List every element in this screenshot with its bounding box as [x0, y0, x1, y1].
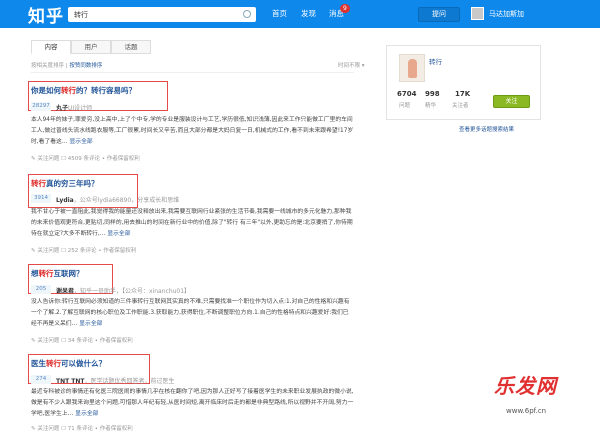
answer-author: 谢呆君，知乎一员助手，【公众号：xinanchu01】 — [56, 286, 190, 295]
top-navigation-bar: 知乎 首页 发现 消息 9 提问 马达加斯加 — [0, 0, 600, 28]
username-label[interactable]: 马达加斯加 — [489, 9, 524, 19]
vote-count[interactable]: 274 — [31, 375, 51, 384]
follow-topic-button[interactable]: 关注 — [493, 95, 530, 108]
answer-author: 丸子UI设计师 — [56, 103, 92, 112]
author-description: ，公众号lydia66890，分享成长和思维 — [73, 197, 180, 204]
author-name-link[interactable]: TNT TNT — [56, 378, 85, 385]
more-topic-results-link[interactable]: 查看更多话题搜索结果 — [459, 125, 514, 133]
search-icon[interactable] — [243, 10, 251, 18]
stat-featured-label: 精华 — [425, 103, 437, 109]
search-box[interactable] — [68, 7, 256, 22]
answer-excerpt: 我不甘心于被一直阻此,我觉得我的能量还没释放出来,我需要互联网行业紧张的生活节奏… — [31, 209, 353, 237]
tab-content[interactable]: 内容 — [31, 40, 71, 54]
question-title-link[interactable]: 转行真的穷三年吗？ — [31, 178, 99, 189]
answer-excerpt: 没人告诉你:转行互联网必须知道的三件事转行互联网其实真的不难,只需要找准一个职位… — [31, 299, 350, 327]
author-description: ，医学话题优秀回答者，前过医生 — [84, 378, 175, 385]
watermark-url: www.6pf.cn — [506, 407, 547, 415]
author-description: UI设计师 — [68, 105, 93, 112]
show-more-link[interactable]: 显示全部 — [69, 139, 92, 145]
answer-author: Lydia，公众号lydia66890，分享成长和思维 — [56, 195, 179, 204]
question-title-link[interactable]: 你是如何转行的？转行容易吗？ — [31, 85, 136, 96]
time-filter-dropdown[interactable]: 时间不限 ▾ — [338, 61, 365, 69]
zhihu-logo[interactable]: 知乎 — [28, 2, 64, 27]
vote-count[interactable]: 3914 — [31, 194, 51, 203]
answer-excerpt: 最近专科被诊的事情还有化医三院医闹的事情几乎在核在翻你了吧,因为那人正好写了接着… — [31, 389, 354, 417]
topic-card: 转行 6704 问题 998 精华 17K 关注者 关注 — [386, 45, 541, 120]
author-name-link[interactable]: 丸子 — [56, 105, 68, 112]
nav-home[interactable]: 首页 — [272, 8, 287, 19]
tab-topics[interactable]: 话题 — [111, 40, 151, 54]
results-divider — [31, 72, 354, 73]
answer-meta-actions[interactable]: ✎ 关注问题 ☐ 252 条评论 • 作者保留权利 — [31, 246, 136, 254]
sort-by-relevance[interactable]: 按相关度排序 — [31, 63, 64, 69]
search-result-tabs: 内容 用户 话题 — [31, 40, 151, 54]
show-more-link[interactable]: 显示全部 — [107, 231, 130, 237]
answer-excerpt: 本人94年的妹子,罪爱穷,没上高中,上了个中专,学的专业是服装设计与工艺,学历很… — [31, 117, 354, 145]
message-count-badge: 9 — [340, 4, 350, 13]
topic-image[interactable] — [399, 54, 425, 82]
user-avatar[interactable] — [471, 7, 484, 20]
answer-meta-actions[interactable]: ✎ 关注问题 ☐ 4509 条评论 • 作者保留权利 — [31, 154, 140, 162]
answer-meta-actions[interactable]: ✎ 关注问题 ☐ 71 条评论 • 作者保留权利 — [31, 424, 133, 432]
search-input[interactable] — [68, 7, 228, 22]
answer-author: TNT TNT，医学话题优秀回答者，前过医生 — [56, 376, 175, 385]
show-more-link[interactable]: 显示全部 — [79, 321, 102, 327]
vote-count[interactable]: 28297 — [31, 102, 51, 111]
figure-illustration — [408, 59, 417, 78]
stat-followers-count[interactable]: 17K — [455, 90, 470, 98]
topic-name-link[interactable]: 转行 — [429, 56, 442, 66]
stat-featured-count[interactable]: 998 — [425, 90, 440, 98]
author-name-link[interactable]: Lydia — [56, 197, 74, 204]
vote-count[interactable]: 205 — [31, 285, 51, 294]
show-more-link[interactable]: 显示全部 — [75, 411, 98, 417]
ask-question-button[interactable]: 提问 — [418, 7, 460, 22]
stat-followers-label: 关注者 — [452, 103, 469, 109]
stat-questions-count[interactable]: 6704 — [397, 90, 416, 98]
answer-meta-actions[interactable]: ✎ 关注问题 ☐ 34 条评论 • 作者保留权利 — [31, 336, 133, 344]
tab-users[interactable]: 用户 — [71, 40, 111, 54]
watermark-logo: 乐发网 — [494, 374, 557, 398]
stat-questions-label: 问题 — [399, 103, 411, 109]
question-title-link[interactable]: 医生转行可以做什么？ — [31, 358, 106, 369]
author-name-link[interactable]: 谢呆君 — [56, 288, 74, 295]
sort-options: 按相关度排序 | 按赞同数排序 — [31, 61, 102, 69]
nav-discover[interactable]: 发现 — [301, 8, 316, 19]
author-description: ，知乎一员助手，【公众号：xinanchu01】 — [74, 288, 191, 295]
sort-by-votes-link[interactable]: 按赞同数排序 — [69, 63, 102, 69]
question-title-link[interactable]: 想转行互联网？ — [31, 268, 84, 279]
